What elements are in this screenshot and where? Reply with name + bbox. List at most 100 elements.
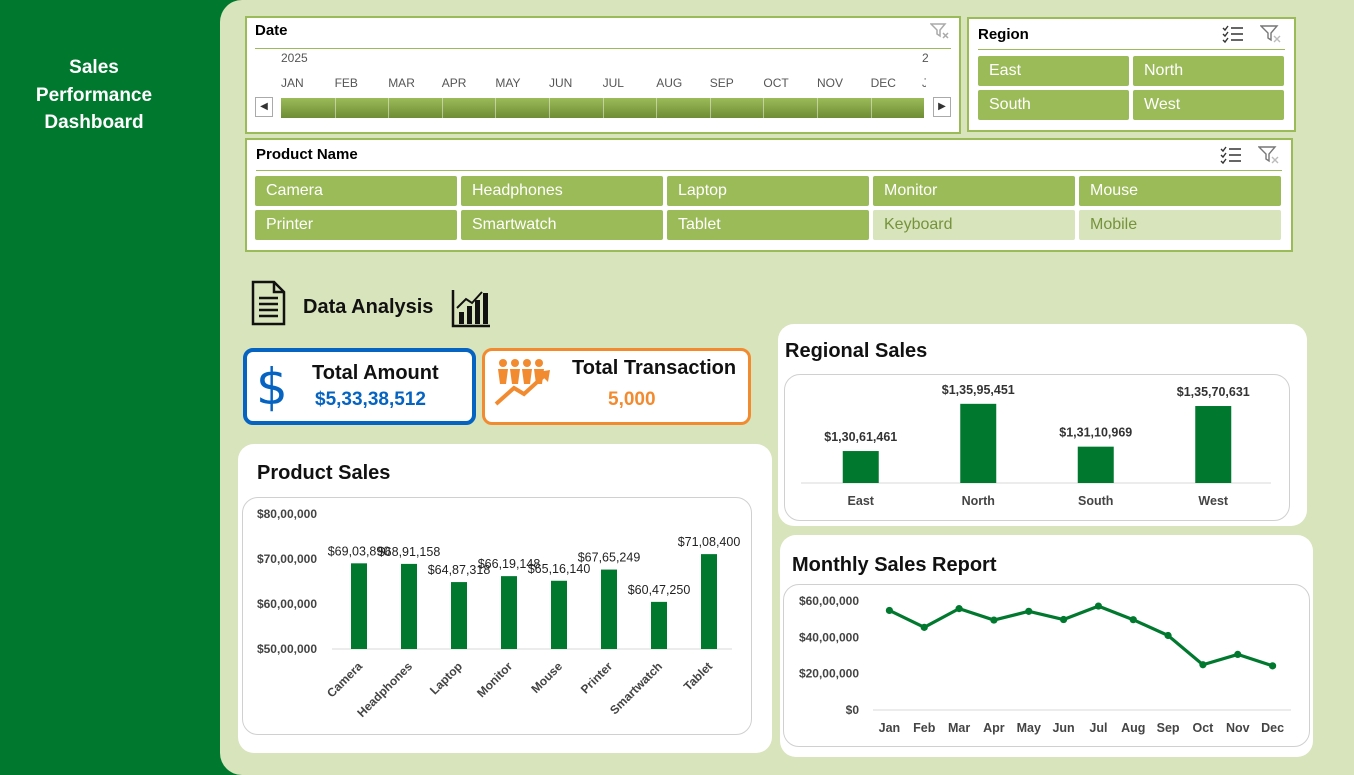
timeline-month-nov[interactable]: NOV (817, 76, 843, 90)
timeline-month-jul[interactable]: JUL (603, 76, 624, 90)
bar-mouse (551, 580, 567, 649)
x-tick-label: Laptop (427, 659, 465, 697)
product-slicer-title: Product Name (256, 146, 358, 163)
clear-filter-icon[interactable] (1259, 24, 1282, 44)
timeline-month-divider (817, 98, 818, 118)
timeline-month-oct[interactable]: OCT (763, 76, 788, 90)
timeline-month-divider (656, 98, 658, 118)
timeline-month-divider (870, 98, 872, 118)
point-sep (1164, 631, 1172, 640)
x-tick-label: Jun (1052, 721, 1074, 735)
timeline-month-divider (441, 98, 443, 118)
x-tick-label: Dec (1261, 721, 1284, 735)
y-tick-label: $20,00,000 (799, 667, 859, 681)
region-chip-east[interactable]: East (978, 56, 1129, 86)
product-chip-mobile[interactable]: Mobile (1079, 210, 1281, 240)
y-tick-label: $0 (846, 703, 860, 717)
y-tick-label: $80,00,000 (257, 507, 317, 521)
product-chip-headphones[interactable]: Headphones (461, 176, 663, 206)
year-label: 2025 (281, 51, 308, 65)
x-tick-label: Feb (913, 721, 936, 735)
region-chip-south[interactable]: South (978, 90, 1129, 120)
point-oct (1199, 661, 1207, 669)
point-dec (1268, 662, 1277, 670)
timeline-month-apr[interactable]: APR (442, 76, 467, 90)
bar-smartwatch (651, 601, 667, 649)
sidebar: Sales Performance Dashboard (0, 0, 220, 775)
bar-north (960, 403, 997, 483)
timeline-month-divider (334, 98, 336, 118)
product-chip-monitor[interactable]: Monitor (873, 176, 1075, 206)
multi-select-icon[interactable] (1222, 24, 1244, 44)
bar-headphones (401, 563, 417, 649)
product-chip-camera[interactable]: Camera (255, 176, 457, 206)
timeline-month-feb[interactable]: FEB (335, 76, 358, 90)
y-tick-label: $60,00,000 (257, 597, 317, 611)
point-apr (990, 616, 998, 624)
data-label: $1,35,95,451 (942, 383, 1015, 397)
x-tick-label: Aug (1121, 721, 1145, 735)
multi-select-icon[interactable] (1220, 145, 1242, 165)
product-chip-keyboard[interactable]: Keyboard (873, 210, 1075, 240)
total-amount-label: Total Amount (312, 362, 439, 384)
x-tick-label: Oct (1192, 721, 1214, 735)
point-mar (955, 605, 963, 613)
bar-tablet (701, 554, 717, 649)
timeline-month-divider (549, 98, 550, 118)
series-line (888, 604, 1274, 668)
x-tick-label: Mouse (528, 659, 565, 696)
total-transaction-label: Total Transaction (572, 357, 737, 379)
timeline-month-dec[interactable]: DEC (871, 76, 896, 90)
timeline-month-jun[interactable]: JUN (549, 76, 572, 90)
x-tick-label: Sep (1157, 721, 1180, 735)
region-slicer-title: Region (978, 26, 1029, 43)
bar-laptop (451, 582, 467, 649)
clear-filter-icon[interactable] (929, 22, 950, 40)
scroll-right-icon[interactable]: ▶ (933, 97, 951, 117)
main-area-edge (1306, 0, 1354, 775)
x-tick-label: South (1078, 494, 1113, 508)
x-tick-label: West (1198, 494, 1228, 508)
y-tick-label: $70,00,000 (257, 552, 317, 566)
product-chip-printer[interactable]: Printer (255, 210, 457, 240)
product-chip-laptop[interactable]: Laptop (667, 176, 869, 206)
bar-chart-icon (450, 288, 492, 328)
region-chip-north[interactable]: North (1133, 56, 1284, 86)
x-tick-label: Apr (983, 721, 1005, 735)
trailing-month-partial-label: J (922, 76, 926, 90)
data-label: $1,35,70,631 (1177, 385, 1250, 399)
clear-filter-icon[interactable] (1257, 145, 1280, 165)
region-slicer-divider (978, 49, 1285, 50)
product-chip-mouse[interactable]: Mouse (1079, 176, 1281, 206)
data-label: $1,31,10,969 (1059, 426, 1132, 440)
product-sales-chart: $50,00,000 $60,00,000 $70,00,000 $80,00,000… (257, 507, 741, 720)
x-tick-label: Nov (1226, 721, 1250, 735)
x-tick-label: Mar (948, 721, 970, 735)
x-tick-label: Printer (578, 659, 615, 696)
y-tick-label: $60,00,000 (799, 594, 859, 608)
data-label: $71,08,400 (678, 535, 741, 549)
point-may (1025, 607, 1033, 615)
y-tick-label: $40,00,000 (799, 630, 859, 644)
timeline-month-jan[interactable]: JAN (281, 76, 304, 90)
timeline-month-mar[interactable]: MAR (388, 76, 415, 90)
product-chip-smartwatch[interactable]: Smartwatch (461, 210, 663, 240)
data-label: $68,91,158 (378, 545, 441, 559)
x-tick-label: Smartwatch (607, 659, 665, 717)
monthly-sales-title: Monthly Sales Report (792, 554, 997, 576)
bar-printer (601, 569, 617, 649)
total-transaction-value: 5,000 (608, 389, 656, 410)
timeline-month-aug[interactable]: AUG (656, 76, 682, 90)
point-jan (885, 606, 894, 615)
people-growth-icon (494, 356, 556, 408)
x-tick-label: Camera (324, 659, 365, 700)
scroll-left-icon[interactable]: ◀ (255, 97, 273, 117)
point-nov (1234, 650, 1242, 659)
timeline-month-divider (388, 98, 390, 118)
timeline-month-may[interactable]: MAY (495, 76, 520, 90)
timeline-month-sep[interactable]: SEP (710, 76, 734, 90)
data-label: $1,30,61,461 (824, 430, 897, 444)
region-chip-west[interactable]: West (1133, 90, 1284, 120)
x-tick-label: East (848, 494, 875, 508)
product-chip-tablet[interactable]: Tablet (667, 210, 869, 240)
